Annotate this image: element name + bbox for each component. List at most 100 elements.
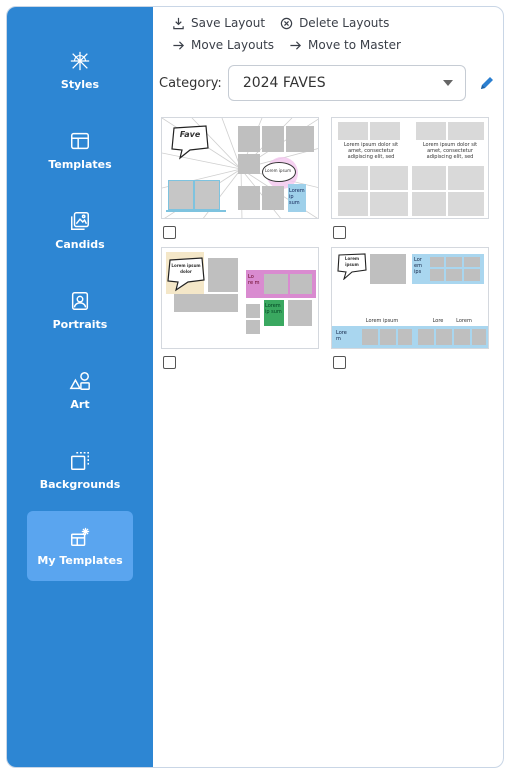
blue-panel-text: Lor em ips — [414, 257, 422, 275]
photo-placeholder — [370, 254, 406, 284]
photo-placeholder — [194, 180, 220, 210]
bubble-text: Fave — [179, 130, 201, 139]
photo-placeholder — [262, 186, 284, 210]
portraits-icon — [71, 291, 89, 310]
text-box-text: Lorem ip sum — [289, 188, 305, 206]
layout-thumbnail-1[interactable]: Fave Lorem ipsum Lorem ip sum — [161, 117, 319, 219]
photo-placeholder — [288, 300, 312, 326]
save-layout-label: Save Layout — [191, 16, 266, 30]
category-row: Category: 2024 FAVES — [159, 63, 496, 103]
main-panel: Save Layout Delete Layouts Move Layouts — [153, 7, 503, 767]
delete-layouts-button[interactable]: Delete Layouts — [279, 16, 389, 30]
photo-placeholder — [430, 257, 444, 267]
sidebar-item-my-templates[interactable]: My Templates — [27, 511, 133, 581]
photo-placeholder — [264, 274, 288, 294]
photo-placeholder — [446, 257, 462, 267]
sidebar-item-label: Portraits — [52, 317, 108, 331]
photo-placeholder — [370, 192, 408, 216]
photo-placeholder — [290, 274, 312, 294]
sidebar: Styles Templates Candids Portraits Art B… — [7, 7, 153, 767]
pink-panel-text: Lo re m — [248, 274, 260, 286]
pencil-icon[interactable] — [478, 74, 496, 92]
photo-placeholder — [436, 329, 452, 345]
caption-text: Lorem ipsum — [365, 318, 399, 324]
photo-placeholder — [398, 329, 412, 345]
category-selected-value: 2024 FAVES — [242, 75, 326, 91]
photo-placeholder — [238, 126, 260, 152]
sidebar-item-backgrounds[interactable]: Backgrounds — [27, 435, 133, 505]
category-label: Category: — [159, 75, 222, 91]
sidebar-item-portraits[interactable]: Portraits — [27, 275, 133, 345]
move-to-master-button[interactable]: Move to Master — [288, 38, 401, 52]
photo-placeholder — [370, 166, 408, 190]
move-layouts-label: Move Layouts — [191, 38, 275, 52]
bubble-text: Lorem ipsum dolor — [171, 263, 201, 274]
lorem-text-left: Lorem ipsum dolor sit amet, consectetur … — [343, 142, 399, 160]
photo-placeholder — [412, 166, 446, 190]
photo-placeholder — [464, 257, 480, 267]
move-layouts-button[interactable]: Move Layouts — [171, 38, 274, 52]
backgrounds-icon — [71, 451, 89, 470]
sidebar-item-candids[interactable]: Candids — [27, 195, 133, 265]
sidebar-item-label: Styles — [60, 77, 100, 91]
layout-checkbox-4[interactable] — [333, 356, 346, 369]
sidebar-item-templates[interactable]: Templates — [27, 115, 133, 185]
photo-placeholder — [338, 192, 368, 216]
app-window: Styles Templates Candids Portraits Art B… — [6, 6, 504, 768]
move-to-master-label: Move to Master — [308, 38, 401, 52]
photo-placeholder — [464, 269, 480, 281]
photo-placeholder — [448, 192, 484, 216]
thought-bubble-text: Lorem ipsum — [265, 168, 291, 173]
layout-checkbox-1[interactable] — [163, 226, 176, 239]
photo-placeholder — [380, 329, 396, 345]
sidebar-item-styles[interactable]: Styles — [27, 35, 133, 105]
photo-placeholder — [370, 122, 400, 140]
photo-placeholder — [430, 269, 444, 281]
download-icon — [171, 16, 185, 30]
toolbar-row-1: Save Layout Delete Layouts — [171, 16, 403, 30]
sidebar-item-label: Backgrounds — [39, 477, 121, 491]
art-icon — [69, 371, 90, 390]
photo-placeholder — [238, 154, 260, 174]
sidebar-item-label: Templates — [48, 157, 112, 171]
toolbar-row-2: Move Layouts Move to Master — [171, 38, 415, 52]
caption-text: Lore — [432, 318, 444, 324]
accent-line — [166, 210, 226, 212]
chevron-down-icon — [442, 80, 453, 86]
layout-thumbnail-4[interactable]: Lorem ipsum Lor em ips Lorem ipsum Lore … — [331, 247, 489, 349]
sidebar-item-label: Candids — [55, 237, 105, 251]
candids-icon — [71, 211, 89, 230]
photo-placeholder — [338, 166, 368, 190]
photo-placeholder — [262, 126, 284, 152]
layout-checkbox-3[interactable] — [163, 356, 176, 369]
layout-checkbox-2[interactable] — [333, 226, 346, 239]
save-layout-button[interactable]: Save Layout — [171, 16, 265, 30]
photo-placeholder — [472, 329, 486, 345]
photo-placeholder — [238, 186, 260, 210]
layout-thumbnail-3[interactable]: Lorem ipsum dolor Lo re m Lorem ip sum — [161, 247, 319, 349]
layout-thumbnail-2[interactable]: Lorem ipsum dolor sit amet, consectetur … — [331, 117, 489, 219]
templates-icon — [71, 132, 89, 149]
sidebar-item-art[interactable]: Art — [27, 355, 133, 425]
photo-placeholder — [246, 320, 260, 334]
arrow-right-icon — [288, 38, 302, 52]
photo-placeholder — [208, 258, 238, 292]
photo-placeholder — [246, 304, 260, 318]
photo-placeholder — [448, 122, 484, 140]
bubble-text: Lorem ipsum — [344, 256, 360, 267]
styles-icon — [70, 51, 90, 70]
delete-layouts-label: Delete Layouts — [299, 16, 390, 30]
arrow-right-icon — [171, 38, 185, 52]
photo-placeholder — [412, 192, 446, 216]
category-select[interactable]: 2024 FAVES — [227, 65, 466, 101]
close-circle-icon — [279, 16, 293, 30]
lorem-text-right: Lorem ipsum dolor sit amet, consectetur … — [422, 142, 478, 160]
photo-placeholder — [286, 126, 314, 152]
photo-placeholder — [418, 329, 434, 345]
blue-strip-text: Lore m — [336, 330, 347, 342]
green-panel-text: Lorem ip sum — [265, 303, 282, 315]
caption-text: Lorem — [456, 318, 472, 324]
photo-placeholder — [454, 329, 470, 345]
photo-placeholder — [416, 122, 446, 140]
photo-placeholder — [362, 329, 378, 345]
